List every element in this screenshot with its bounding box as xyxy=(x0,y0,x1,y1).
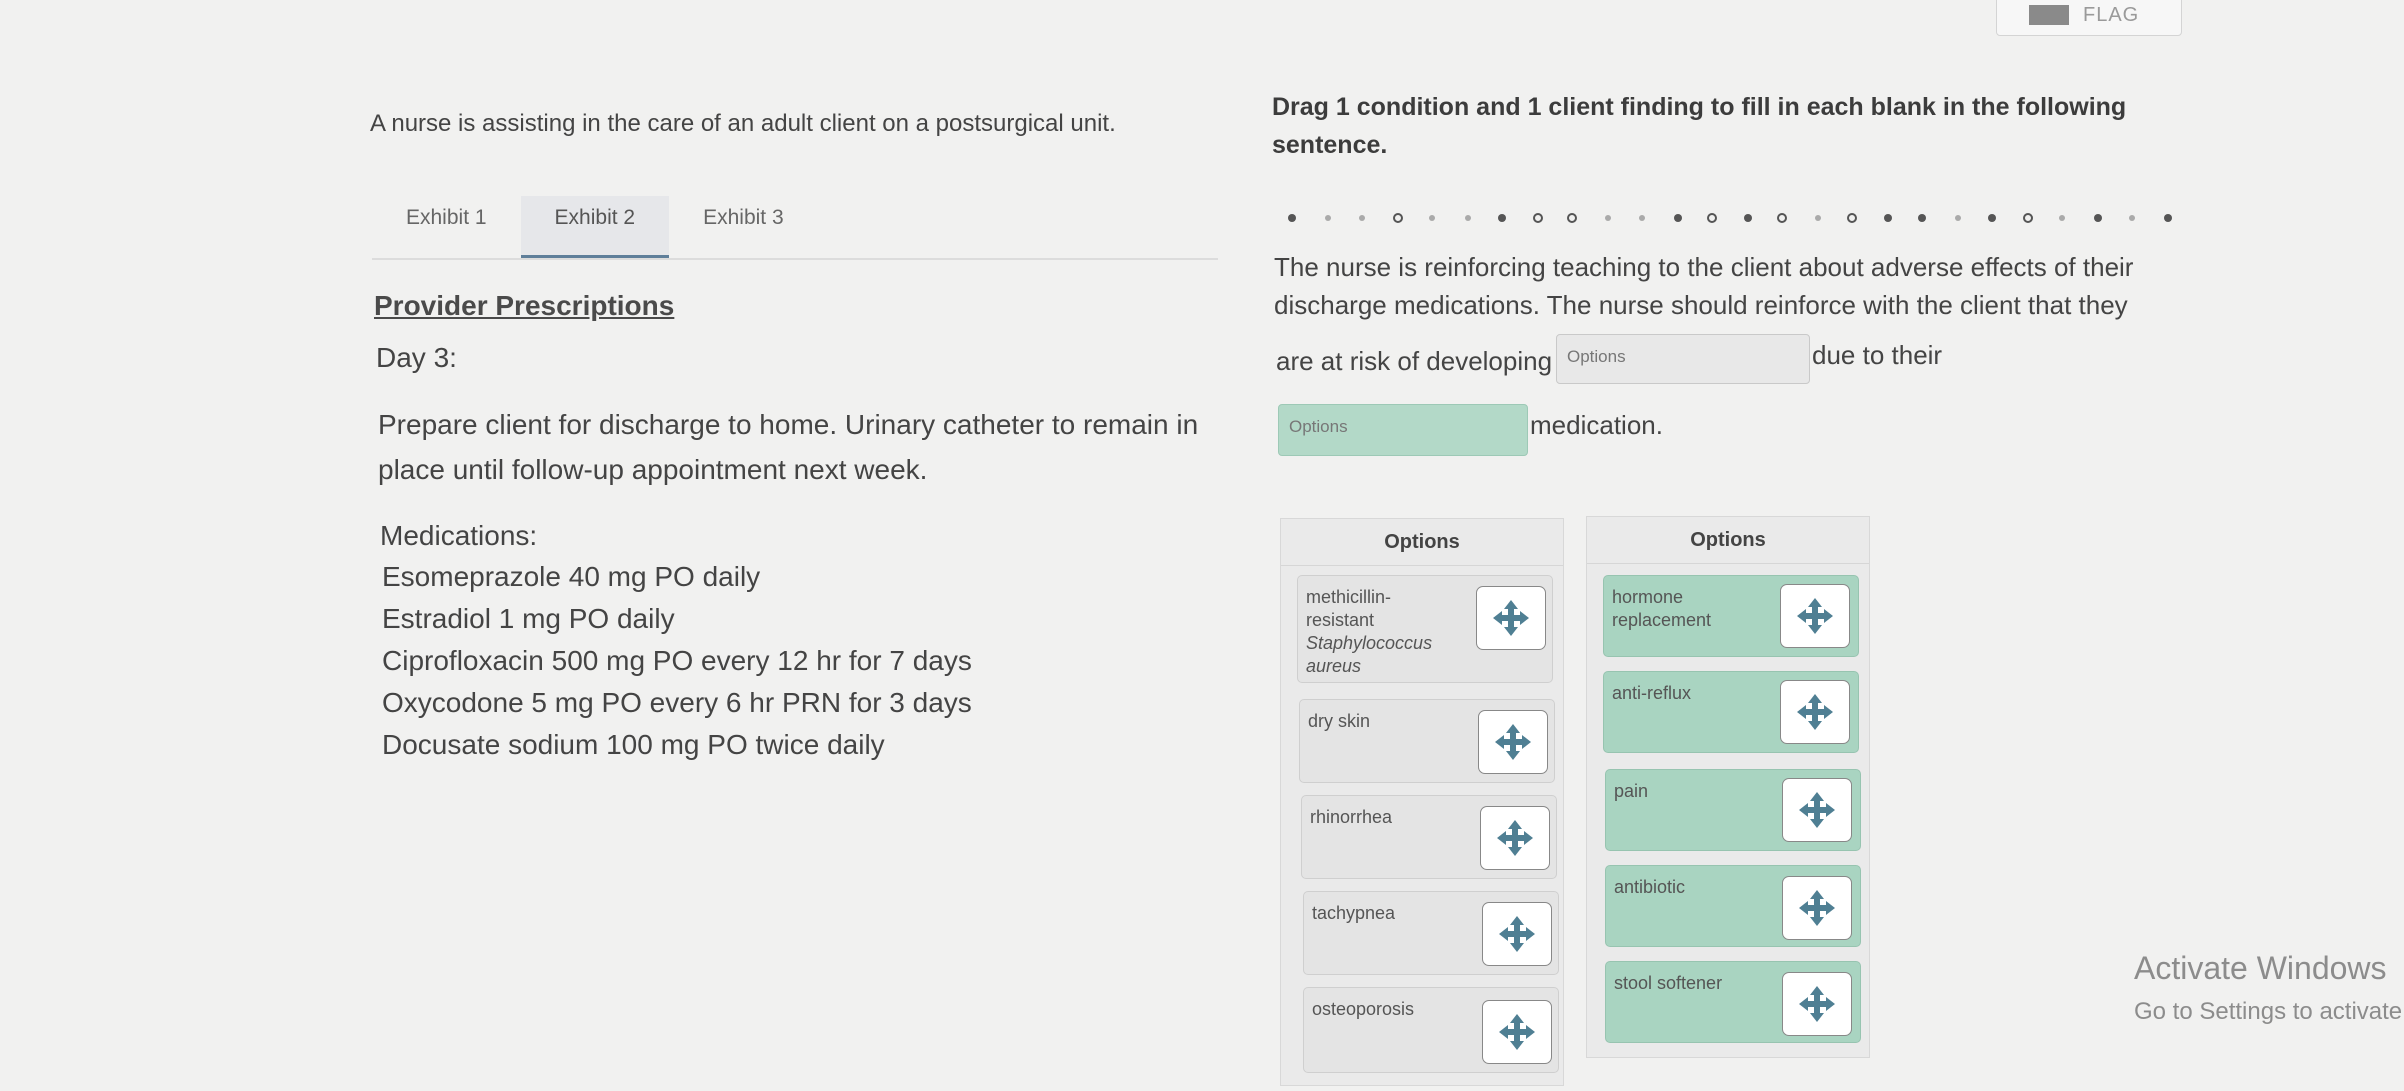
sentence-part-4: due to their xyxy=(1812,340,1943,370)
options-panel-header: Options xyxy=(1281,519,1563,566)
option-hormone-replacement[interactable]: hormone replacement xyxy=(1603,575,1859,657)
flag-button[interactable]: FLAG xyxy=(1996,0,2182,36)
exhibit-tabs: Exhibit 1 Exhibit 2 Exhibit 3 xyxy=(372,196,1218,260)
medication-item: Ciprofloxacin 500 mg PO every 12 hr for … xyxy=(382,645,972,676)
move-arrows-icon xyxy=(1499,916,1535,952)
move-arrows-icon xyxy=(1499,1014,1535,1050)
tab-exhibit-1[interactable]: Exhibit 1 xyxy=(372,196,521,258)
question-instruction: Drag 1 condition and 1 client finding to… xyxy=(1272,93,2127,159)
move-arrows-icon xyxy=(1799,792,1835,828)
option-dry-skin[interactable]: dry skin xyxy=(1299,699,1555,783)
tab-exhibit-3[interactable]: Exhibit 3 xyxy=(669,196,818,258)
activation-watermark-subtitle: Go to Settings to activate Windows. xyxy=(2134,998,2404,1025)
medication-item: Docusate sodium 100 mg PO twice daily xyxy=(382,729,885,760)
exhibit-content: Provider Prescriptions Day 3: Prepare cl… xyxy=(374,290,1234,766)
options-panel-header: Options xyxy=(1587,517,1869,564)
flag-icon xyxy=(2029,5,2069,25)
options-panel-medications: Options hormone replacement anti-reflux … xyxy=(1586,516,1870,1058)
move-arrows-icon xyxy=(1497,820,1533,856)
option-tachypnea[interactable]: tachypnea xyxy=(1303,891,1559,975)
move-icon[interactable] xyxy=(1780,680,1850,744)
exhibit-day: Day 3: xyxy=(376,342,457,373)
move-icon[interactable] xyxy=(1782,972,1852,1036)
medications-heading: Medications: xyxy=(380,520,538,551)
blank-finding-dropzone[interactable]: Options xyxy=(1278,404,1528,456)
exhibit-instructions: Prepare client for discharge to home. Ur… xyxy=(378,409,1199,485)
flag-label: FLAG xyxy=(2083,3,2140,26)
activation-watermark-title: Activate Windows xyxy=(2134,950,2387,986)
option-osteoporosis[interactable]: osteoporosis xyxy=(1303,987,1559,1073)
move-icon[interactable] xyxy=(1482,902,1552,966)
move-arrows-icon xyxy=(1799,890,1835,926)
move-icon[interactable] xyxy=(1478,710,1548,774)
option-anti-reflux[interactable]: anti-reflux xyxy=(1603,671,1859,753)
move-arrows-icon xyxy=(1797,694,1833,730)
option-mrsa[interactable]: methicillin- resistant Staphylococcus au… xyxy=(1297,575,1553,683)
medication-item: Oxycodone 5 mg PO every 6 hr PRN for 3 d… xyxy=(382,687,972,718)
move-icon[interactable] xyxy=(1782,778,1852,842)
option-stool-softener[interactable]: stool softener xyxy=(1605,961,1861,1043)
exhibit-title: Provider Prescriptions xyxy=(374,290,675,321)
dotted-divider xyxy=(1288,213,2172,223)
options-panel-conditions: Options methicillin- resistant Staphyloc… xyxy=(1280,518,1564,1086)
move-arrows-icon xyxy=(1495,724,1531,760)
question-stem: A nurse is assisting in the care of an a… xyxy=(370,110,1116,137)
option-antibiotic[interactable]: antibiotic xyxy=(1605,865,1861,947)
move-arrows-icon xyxy=(1799,986,1835,1022)
option-rhinorrhea[interactable]: rhinorrhea xyxy=(1301,795,1557,879)
move-arrows-icon xyxy=(1493,600,1529,636)
medication-item: Estradiol 1 mg PO daily xyxy=(382,603,675,634)
medication-list: Esomeprazole 40 mg PO daily Estradiol 1 … xyxy=(374,556,1234,766)
move-icon[interactable] xyxy=(1482,1000,1552,1064)
sentence-line-1: The nurse is reinforcing teaching to the… xyxy=(1274,252,2134,282)
tab-exhibit-2[interactable]: Exhibit 2 xyxy=(520,196,670,258)
sentence-part-5: medication. xyxy=(1530,410,1663,440)
blank-condition-dropzone[interactable]: Options xyxy=(1556,334,1810,384)
move-icon[interactable] xyxy=(1480,806,1550,870)
sentence-line-2: discharge medications. The nurse should … xyxy=(1274,290,2128,320)
move-arrows-icon xyxy=(1797,598,1833,634)
option-pain[interactable]: pain xyxy=(1605,769,1861,851)
medication-item: Esomeprazole 40 mg PO daily xyxy=(382,561,761,592)
move-icon[interactable] xyxy=(1780,584,1850,648)
move-icon[interactable] xyxy=(1476,586,1546,650)
move-icon[interactable] xyxy=(1782,876,1852,940)
sentence-part-3: are at risk of developing xyxy=(1276,346,1553,376)
